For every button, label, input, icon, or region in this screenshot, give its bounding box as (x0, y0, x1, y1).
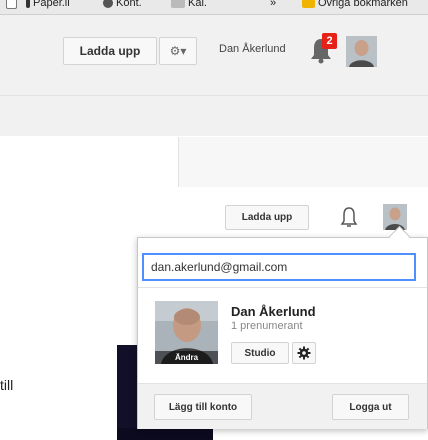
bookmark-label: Kal. (188, 0, 207, 9)
avatar[interactable] (346, 36, 377, 67)
user-name[interactable]: Dan Åkerlund (219, 43, 286, 55)
profile-photo[interactable]: Ändra (155, 301, 218, 364)
bookmark-kont[interactable]: Kont. (103, 0, 142, 9)
avatar[interactable] (383, 204, 407, 230)
gear-icon (297, 346, 311, 360)
divider (138, 287, 427, 288)
folder-icon (302, 0, 315, 8)
add-account-button[interactable]: Lägg till konto (154, 394, 252, 420)
bookmark-overflow[interactable]: » (270, 0, 276, 9)
bookmark-paperli[interactable]: Paper.li (6, 0, 70, 9)
video-thumbnail[interactable] (117, 428, 213, 440)
bookmark-label: Kont. (116, 0, 142, 9)
gear-icon: ⚙▾ (169, 44, 187, 58)
video-thumbnail[interactable] (117, 345, 139, 440)
content-band (0, 96, 428, 136)
bookmark-other[interactable]: Övriga bokmärken (302, 0, 408, 9)
notification-bell-icon[interactable] (340, 206, 358, 228)
bookmarks-bar: Paper.li Kont. Kal. » Övriga bokmärken (0, 0, 428, 15)
checkbox-icon (6, 0, 17, 9)
email-field[interactable]: dan.akerlund@gmail.com (142, 253, 416, 281)
page-icon (26, 0, 30, 8)
upload-button[interactable]: Ladda upp (63, 37, 157, 65)
account-settings-button[interactable] (292, 342, 316, 364)
change-photo-label[interactable]: Ändra (155, 351, 218, 364)
bookmark-label: Övriga bokmärken (318, 0, 408, 9)
studio-button[interactable]: Studio (231, 342, 289, 364)
calendar-icon (171, 0, 185, 8)
notification-count-badge: 2 (322, 33, 337, 49)
sign-out-button[interactable]: Logga ut (332, 394, 409, 420)
subscriber-count: 1 prenumerant (231, 320, 303, 332)
partial-text: till (0, 377, 14, 393)
account-name: Dan Åkerlund (231, 304, 316, 319)
avatar-photo-icon (346, 36, 377, 67)
avatar-photo-icon (383, 204, 407, 230)
apple-icon (103, 0, 113, 8)
settings-menu-button[interactable]: ⚙▾ (159, 37, 197, 65)
content-panel (178, 137, 428, 187)
upload-button-secondary[interactable]: Ladda upp (225, 205, 309, 230)
overflow-chevron-icon: » (270, 0, 277, 9)
bookmark-label: Paper.li (33, 0, 70, 9)
bookmark-kal[interactable]: Kal. (171, 0, 207, 9)
